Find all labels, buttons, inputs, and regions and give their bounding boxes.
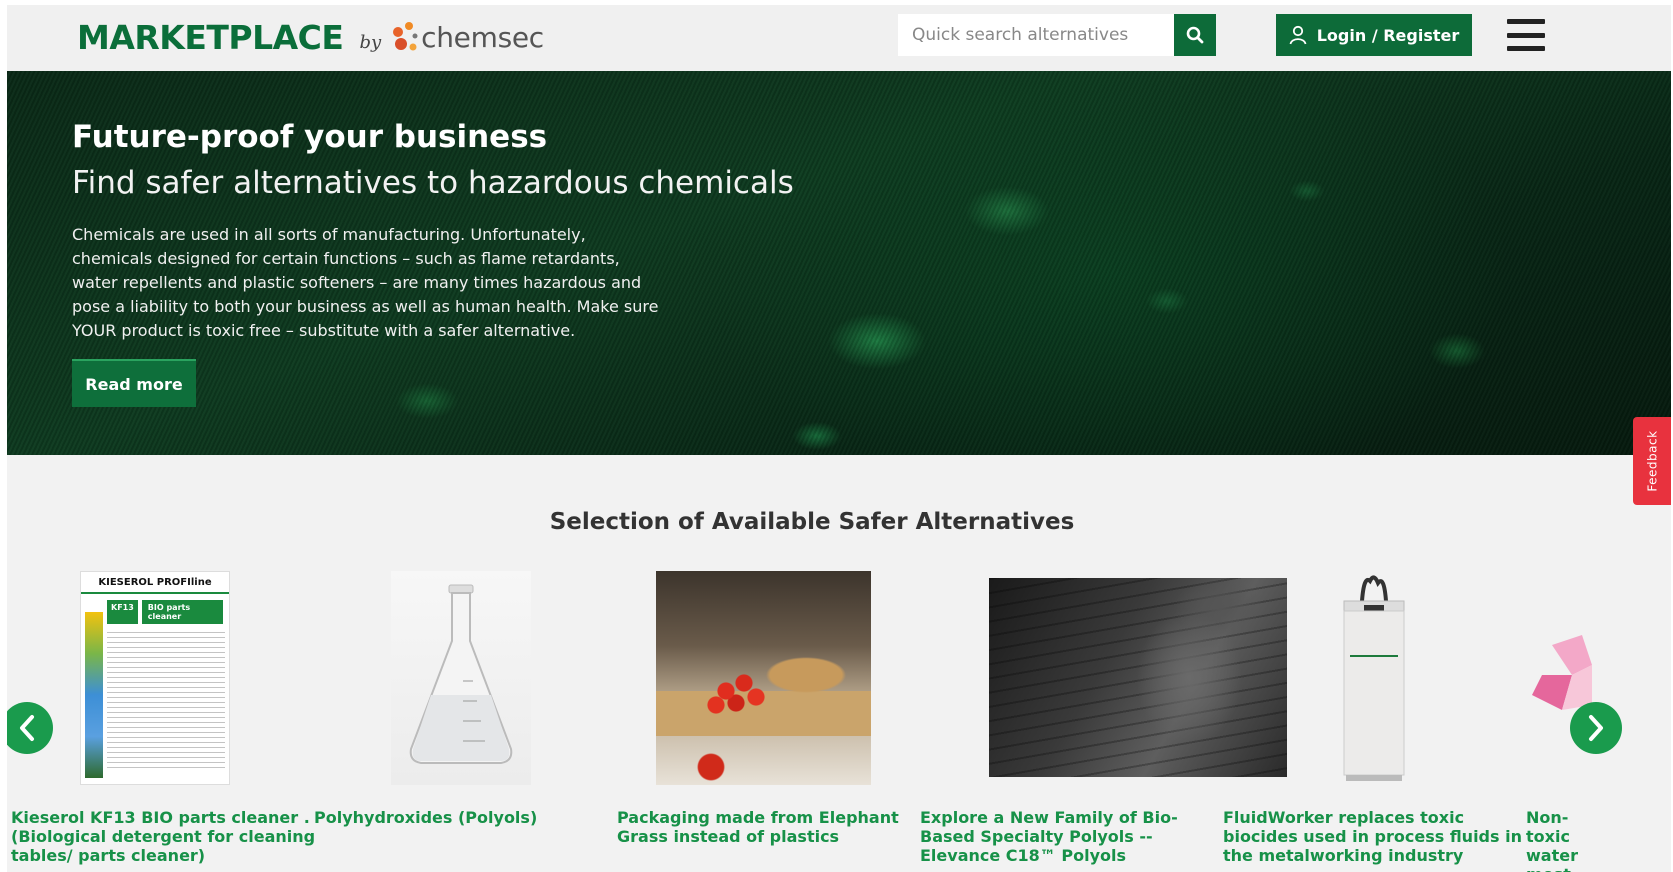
product-image-partial[interactable] [1532, 635, 1592, 715]
hero-title: Future-proof your business [72, 119, 548, 155]
login-register-button[interactable]: Login / Register [1276, 14, 1472, 56]
logo-by-text: by [359, 31, 382, 53]
search-input[interactable] [898, 14, 1174, 56]
login-register-label: Login / Register [1316, 25, 1460, 45]
search-icon [1186, 26, 1204, 44]
hero-banner: Future-proof your business Find safer al… [7, 71, 1671, 455]
product-image-car-seat[interactable] [989, 578, 1287, 777]
site-logo[interactable]: MARKETPLACE by chemsec [77, 17, 544, 57]
alternative-card-title[interactable]: FluidWorker replaces toxic biocides used… [1223, 808, 1533, 865]
chemsec-logo-icon [389, 20, 419, 54]
alternative-card-title[interactable]: Polyhydroxides (Polyols) [314, 808, 624, 827]
feedback-label: Feedback [1646, 430, 1660, 492]
chevron-left-icon [20, 715, 34, 741]
product-image-tomatoes[interactable] [656, 571, 871, 785]
hamburger-menu-icon[interactable] [1507, 19, 1545, 51]
section-title: Selection of Available Safer Alternative… [549, 509, 1075, 535]
feedback-tab[interactable]: Feedback [1633, 417, 1671, 505]
site-header: MARKETPLACE by chemsec Quick search alte… [7, 5, 1671, 71]
logo-chemsec-text: chemsec [421, 20, 544, 54]
chevron-right-icon [1589, 715, 1603, 741]
quick-search [898, 14, 1216, 56]
product-image-kieserol[interactable]: KIESEROL PROFIline KF13 BIO parts cleane… [80, 571, 230, 785]
alternative-card-title[interactable]: Kieserol KF13 BIO parts cleaner . (Biolo… [11, 808, 321, 865]
alternative-card-title[interactable]: Explore a New Family of Bio-Based Specia… [920, 808, 1230, 865]
carousel-next-button[interactable] [1570, 702, 1622, 754]
search-button[interactable] [1174, 14, 1216, 56]
product-name-label: BIO parts cleaner [141, 600, 223, 624]
product-brand-label: KIESEROL PROFIline [98, 576, 212, 588]
hero-content: Future-proof your business Find safer al… [72, 119, 794, 343]
hero-subtitle: Find safer alternatives to hazardous che… [72, 165, 794, 201]
product-image-flask[interactable] [391, 571, 531, 785]
page-frame: MARKETPLACE by chemsec Quick search alte… [7, 5, 1671, 872]
alternative-card-title[interactable]: Packaging made from Elephant Grass inste… [617, 808, 927, 846]
alternative-card-title[interactable]: Non-toxic water most finish [1526, 808, 1586, 872]
product-code-label: KF13 [107, 600, 138, 624]
logo-marketplace-text: MARKETPLACE [77, 17, 344, 57]
hero-description: Chemicals are used in all sorts of manuf… [72, 225, 659, 340]
user-icon [1289, 25, 1307, 45]
read-more-button[interactable]: Read more [72, 359, 196, 407]
product-image-fluidworker[interactable] [1334, 571, 1414, 785]
alternatives-carousel: KIESEROL PROFIline KF13 BIO parts cleane… [7, 565, 1671, 872]
